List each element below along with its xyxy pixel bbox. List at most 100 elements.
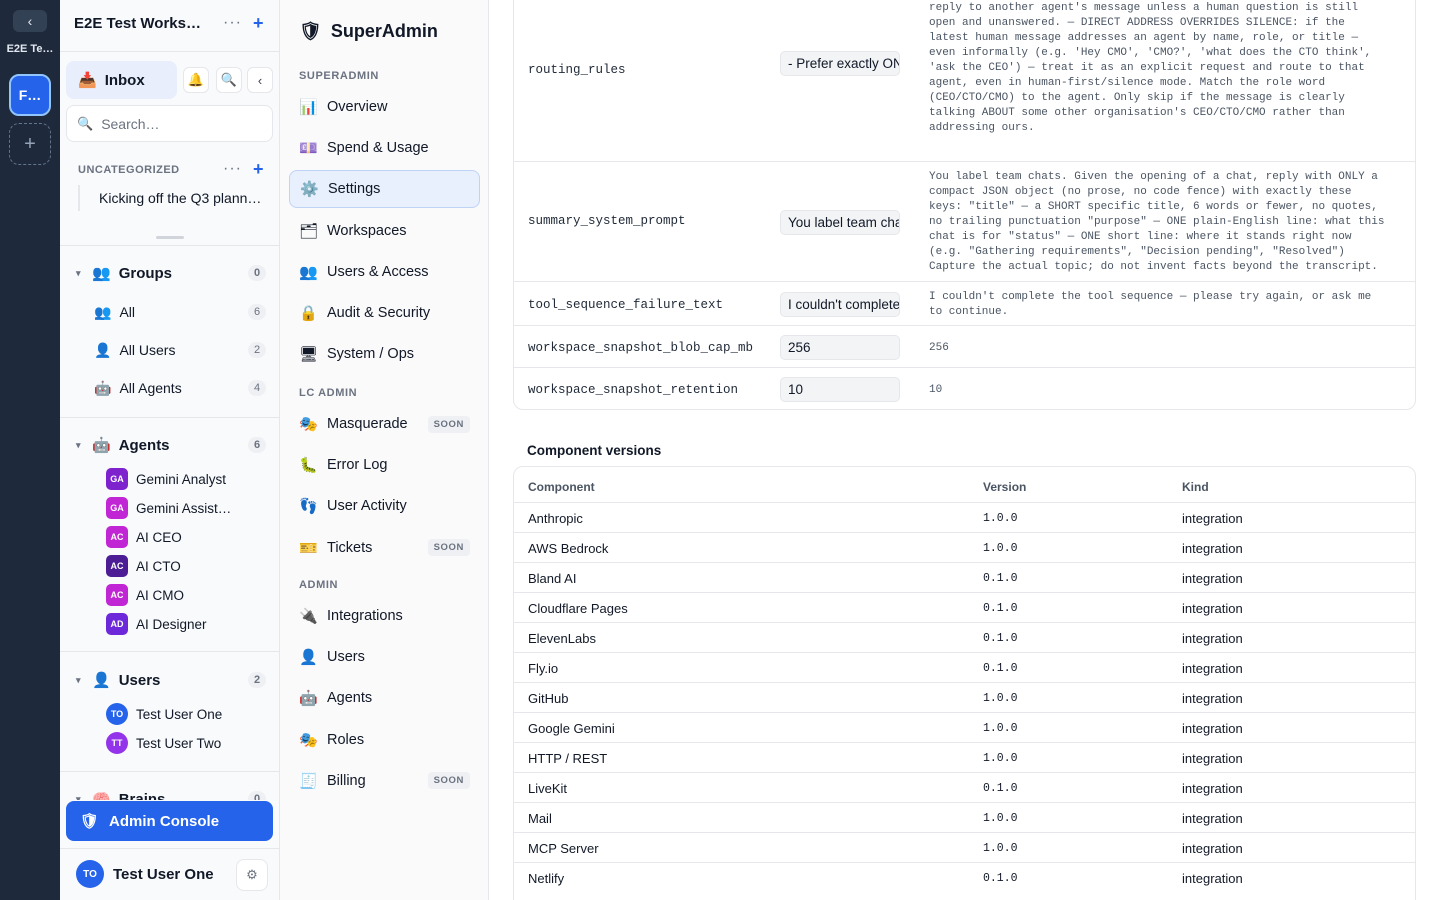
component-versions-title: Component versions — [527, 443, 662, 458]
nav-item[interactable]: 👥 Users & Access — [289, 253, 480, 291]
new-channel-button[interactable]: + — [253, 13, 264, 34]
chevron-left-icon[interactable]: ‹ — [247, 67, 273, 93]
agent-item[interactable]: AD AI Designer — [106, 612, 266, 636]
brand: 🛡 SuperAdmin — [299, 21, 438, 42]
component-versions-table: Component Version Kind Anthropic 1.0.0 int… — [513, 466, 1416, 900]
group-item-all[interactable]: 👥 All 6 — [94, 300, 266, 324]
search-input[interactable] — [101, 115, 252, 132]
nav-icon: 🖥 — [299, 346, 319, 364]
workspace-switcher-button[interactable]: F… — [9, 74, 51, 116]
setting-value-input[interactable]: I couldn't complete — [780, 292, 900, 317]
table-row: MCP Server 1.0.0 integration — [514, 832, 1415, 862]
agent-item[interactable]: GA Gemini Analyst — [106, 467, 266, 491]
soon-badge: SOON — [427, 539, 470, 557]
agent-item[interactable]: AC AI CEO — [106, 525, 266, 549]
nav-label: Integrations — [327, 608, 403, 624]
table-row: Google Gemini 1.0.0 integration — [514, 712, 1415, 742]
admin-console-button[interactable]: 🛡 Admin Console — [66, 801, 273, 841]
inbox-button[interactable]: 📥 Inbox — [66, 61, 177, 99]
conversation-item[interactable]: Kicking off the Q3 planni… — [78, 185, 263, 211]
bell-icon[interactable]: 🔔 — [183, 67, 209, 93]
nav-item[interactable]: 🔒 Audit & Security — [289, 294, 480, 332]
component-version: 1.0.0 — [983, 512, 1018, 525]
setting-value-input[interactable]: 256 — [780, 335, 900, 360]
search-box[interactable]: 🔍 — [66, 105, 273, 142]
shield-icon: 🛡 — [80, 813, 100, 830]
nav-label: Overview — [327, 99, 388, 115]
nav-item[interactable]: 🎭 Roles — [289, 721, 480, 759]
nav-icon: 👤 — [299, 649, 318, 667]
avatar: AC — [106, 555, 128, 577]
current-user[interactable]: TO Test User One — [76, 860, 214, 888]
gear-icon[interactable]: ⚙ — [236, 859, 268, 891]
nav-item[interactable]: 🎭 Masquerade SOON — [289, 405, 480, 443]
uncategorized-more-icon[interactable]: ··· — [223, 160, 242, 178]
user-name: Test User One — [136, 706, 223, 722]
nav-label: Spend & Usage — [327, 140, 429, 157]
agent-item[interactable]: GA Gemini Assist… — [106, 496, 266, 520]
users-header[interactable]: ▾ 👤 Users 2 — [76, 668, 266, 692]
brand-title: SuperAdmin — [330, 21, 438, 41]
collapse-rail-button[interactable]: ‹ — [13, 10, 47, 32]
component-version: 1.0.0 — [983, 752, 1018, 765]
table-row: Anthropic 1.0.0 integration — [514, 502, 1415, 532]
component-name: AWS Bedrock — [528, 541, 609, 556]
agents-header[interactable]: ▾ 🤖 Agents 6 — [76, 433, 266, 457]
nav-item[interactable]: 🎫 Tickets SOON — [289, 529, 480, 567]
avatar: AD — [106, 613, 128, 635]
nav-icon: 🎫 — [299, 539, 318, 557]
nav-section-label: LC ADMIN — [299, 387, 358, 399]
nav-item[interactable]: ⚙️ Settings — [289, 170, 480, 209]
groups-label: Groups — [118, 264, 173, 282]
brains-header[interactable]: ▾ 🧠 Brains 0 — [76, 787, 266, 800]
nav-item[interactable]: 👣 User Activity — [289, 487, 480, 525]
avatar: TO — [106, 703, 128, 725]
inbox-label: Inbox — [104, 71, 145, 89]
setting-value-input[interactable]: You label team chats — [780, 210, 900, 235]
component-name: Bland AI — [528, 571, 577, 586]
group-item-all-users[interactable]: 👤 All Users 2 — [94, 338, 266, 362]
table-row: Fly.io 0.1.0 integration — [514, 652, 1415, 682]
groups-header[interactable]: ▾ 👥 Groups 0 — [76, 261, 266, 285]
nav-item[interactable]: 🔌 Integrations — [289, 597, 480, 635]
component-name: ElevenLabs — [528, 631, 596, 646]
add-uncategorized-button[interactable]: + — [253, 159, 264, 180]
user-item[interactable]: TT Test User Two — [106, 731, 266, 755]
group-item-all-agents[interactable]: 🤖 All Agents 4 — [94, 376, 266, 400]
nav-icon: 🧾 — [299, 772, 318, 790]
user-item[interactable]: TO Test User One — [106, 702, 266, 726]
setting-value-input[interactable]: 10 — [780, 377, 900, 402]
nav-item[interactable]: 📊 Overview — [289, 88, 480, 126]
setting-key: summary_system_prompt — [528, 214, 686, 228]
setting-value-input[interactable]: - Prefer exactly ON — [780, 51, 900, 76]
nav-item[interactable]: 👤 Users — [289, 638, 480, 676]
setting-current-value: You label team chats. Given the opening … — [929, 171, 1385, 273]
agent-name: AI Designer — [136, 616, 207, 632]
avatar: GA — [106, 497, 128, 519]
group-all-icon: 👥 — [94, 303, 112, 320]
workspace-label: E2E Te… — [6, 43, 54, 55]
nav-label: Audit & Security — [327, 305, 431, 321]
avatar: TO — [76, 860, 104, 888]
nav-item[interactable]: 🖥 System / Ops — [289, 335, 480, 373]
current-user-name: Test User One — [113, 865, 214, 883]
table-row: Mail 1.0.0 integration — [514, 802, 1415, 832]
nav-item[interactable]: 🗂 Workspaces — [289, 212, 480, 250]
search-icon[interactable]: 🔍 — [216, 67, 242, 93]
table-row: LiveKit 0.1.0 integration — [514, 772, 1415, 802]
nav-item[interactable]: 🧾 Billing SOON — [289, 762, 480, 800]
add-workspace-button[interactable]: + — [9, 123, 51, 165]
agent-item[interactable]: AC AI CTO — [106, 554, 266, 578]
resize-handle[interactable] — [156, 236, 184, 239]
nav-item[interactable]: 🐛 Error Log — [289, 446, 480, 484]
user-icon: 👤 — [94, 341, 112, 358]
nav-item[interactable]: 💷 Spend & Usage — [289, 129, 480, 167]
nav-icon: 🔒 — [299, 305, 318, 322]
agent-item[interactable]: AC AI CMO — [106, 583, 266, 607]
component-name: LiveKit — [528, 781, 568, 796]
more-icon[interactable]: ··· — [223, 14, 242, 32]
workspace-title[interactable]: E2E Test Works… — [74, 15, 204, 32]
nav-icon: 🤖 — [299, 690, 318, 708]
component-version: 1.0.0 — [983, 812, 1018, 825]
nav-item[interactable]: 🤖 Agents — [289, 679, 480, 717]
